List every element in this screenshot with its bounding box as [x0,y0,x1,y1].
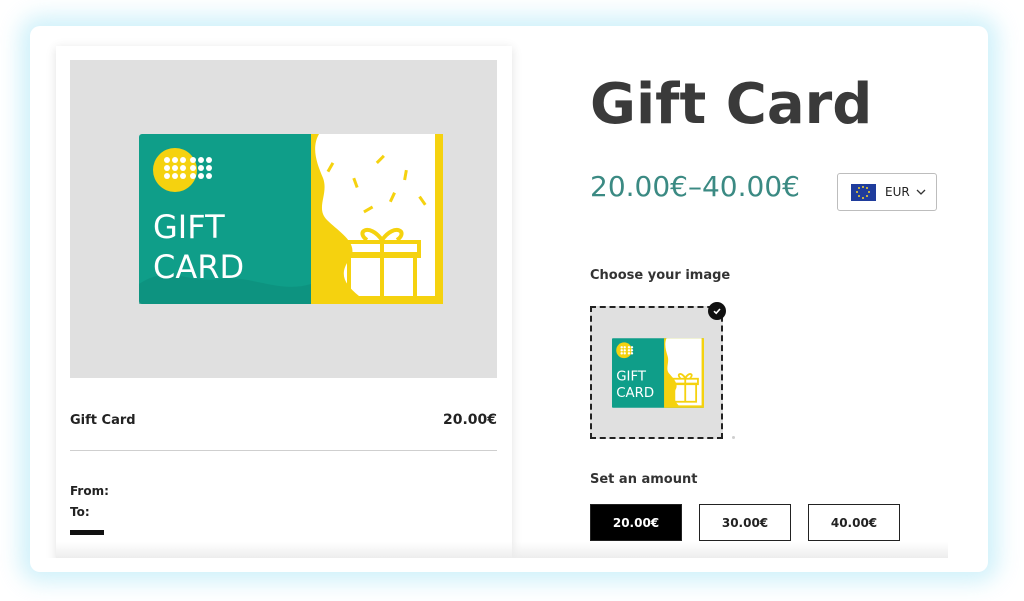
gift-card-preview: GIFT CARD Gift Card 20.00€ From: To: [56,46,512,558]
product-panel: GIFT CARD Gift Card 20.00€ From: To: Gif… [42,36,978,558]
preview-price: 20.00€ [442,412,497,428]
currency-selector[interactable]: EUR [837,173,937,211]
page-title: Gift Card [590,72,873,137]
svg-text:GIFT: GIFT [153,208,225,246]
preview-summary: Gift Card 20.00€ [70,412,497,428]
eu-flag-icon [851,183,876,201]
amount-option-30[interactable]: 30.00€ [699,504,791,541]
check-icon [708,302,726,320]
chevron-down-icon [916,189,926,195]
signature-line [70,530,104,535]
preview-title: Gift Card [70,413,136,428]
currency-code: EUR [885,185,910,199]
image-option-1[interactable]: GIFT CARD [590,306,723,439]
divider [70,450,497,451]
svg-text:CARD: CARD [616,386,654,401]
from-label: From: [70,484,109,498]
decorative-dot [732,436,735,439]
preview-image: GIFT CARD [70,60,497,378]
gift-card-thumbnail: GIFT CARD [612,338,704,408]
to-label: To: [70,505,90,519]
amount-options: 20.00€ 30.00€ 40.00€ [590,504,900,541]
bottom-fade [56,542,948,558]
svg-text:GIFT: GIFT [616,370,647,385]
gift-card-illustration: GIFT CARD [139,134,443,304]
amount-option-20[interactable]: 20.00€ [590,504,682,541]
svg-text:CARD: CARD [153,248,244,286]
choose-image-label: Choose your image [590,268,731,283]
set-amount-label: Set an amount [590,472,698,487]
amount-option-40[interactable]: 40.00€ [808,504,900,541]
price-range: 20.00€–40.00€ [590,170,800,203]
